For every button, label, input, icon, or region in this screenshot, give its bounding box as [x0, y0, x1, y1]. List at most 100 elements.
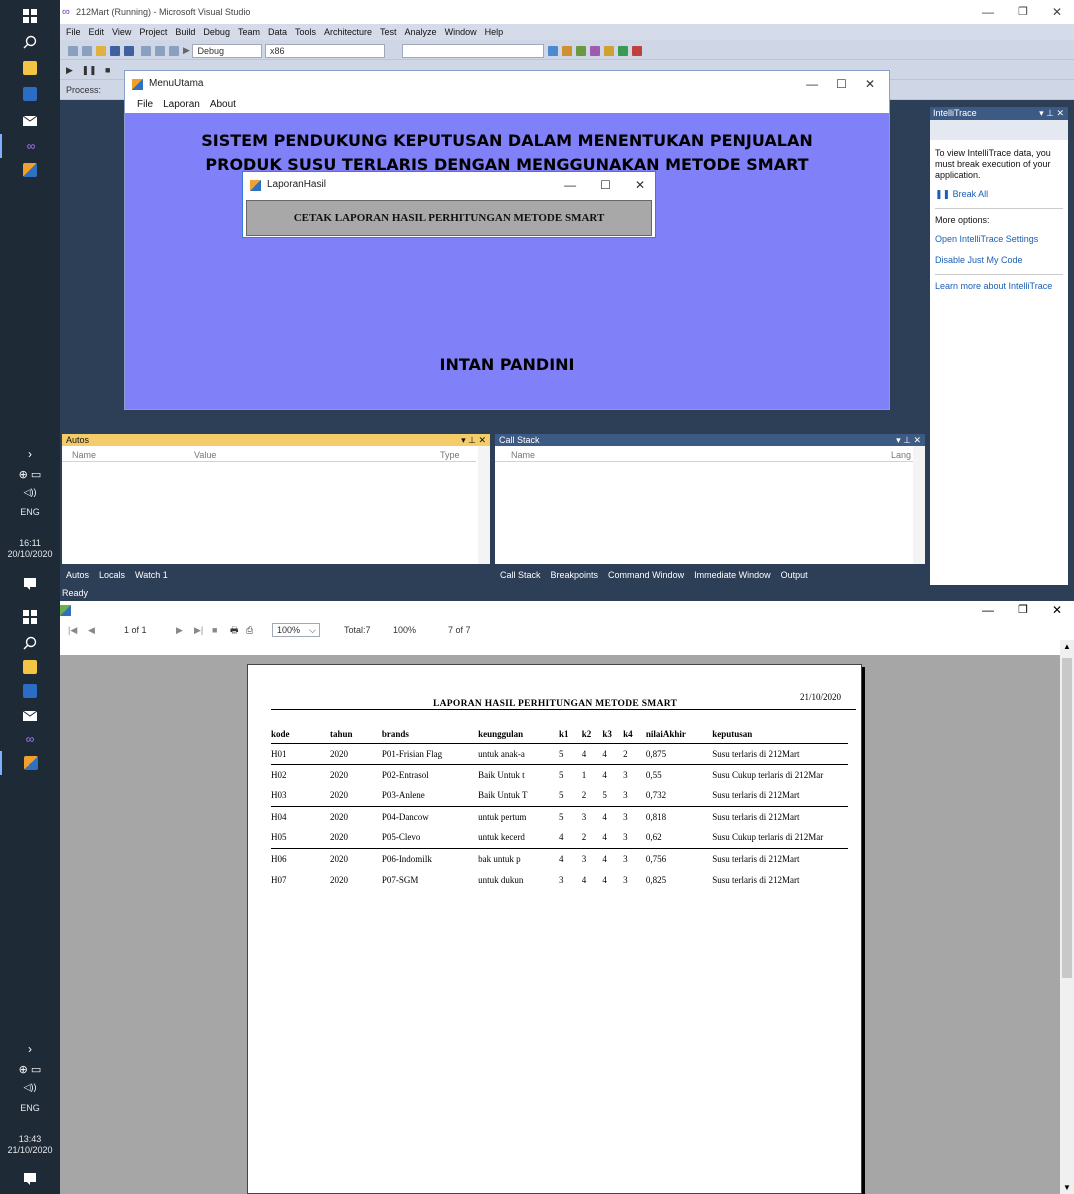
pause-icon[interactable]: ❚❚	[81, 65, 96, 75]
next-page-icon[interactable]: ▶	[176, 621, 183, 639]
clock-time[interactable]: 13:43	[0, 1134, 60, 1145]
tab-callstack[interactable]: Call Stack	[500, 570, 541, 580]
tab-watch1[interactable]: Watch 1	[135, 570, 168, 580]
chevron-down-icon: ⌵	[309, 625, 316, 635]
col-lang[interactable]: Lang	[891, 448, 911, 462]
close-icon[interactable]: ✕	[865, 71, 875, 97]
tab-team[interactable]: Tea...	[992, 570, 1014, 580]
menu-help[interactable]: Help	[485, 27, 504, 37]
app-icon[interactable]	[0, 158, 60, 182]
mail-icon[interactable]	[0, 108, 60, 132]
menu-view[interactable]: View	[112, 27, 131, 37]
menu-test[interactable]: Test	[380, 27, 397, 37]
word-icon[interactable]	[0, 82, 60, 106]
cetak-laporan-button[interactable]: CETAK LAPORAN HASIL PERHITUNGAN METODE S…	[246, 200, 652, 236]
visual-studio-icon[interactable]: ∞	[0, 727, 60, 751]
print-layout-icon[interactable]: ⎙	[246, 621, 253, 639]
scroll-up-icon[interactable]: ▲	[1063, 642, 1071, 651]
col-name[interactable]: Name	[72, 448, 96, 462]
language-indicator[interactable]: ENG	[0, 507, 60, 518]
file-explorer-icon[interactable]	[0, 56, 60, 80]
visual-studio-icon[interactable]: ∞	[0, 134, 60, 158]
last-page-icon[interactable]: ▶|	[194, 621, 203, 639]
menu-project[interactable]: Project	[139, 27, 167, 37]
tab-solution[interactable]: Sol...	[962, 570, 983, 580]
scroll-down-icon[interactable]: ▼	[1063, 1183, 1071, 1192]
close-icon[interactable]: ✕	[635, 172, 645, 198]
menu-edit[interactable]: Edit	[89, 27, 105, 37]
pin-icon[interactable]: ▾ ⊥ ✕	[1039, 107, 1064, 120]
break-all-link[interactable]: ❚❚ Break All	[935, 189, 1063, 200]
print-icon[interactable]: 🖶	[230, 621, 239, 639]
maximize-icon[interactable]: ☐	[836, 71, 847, 97]
close-icon[interactable]: ✕	[1052, 603, 1062, 617]
clock-time[interactable]: 16:11	[0, 538, 60, 549]
report-scrollbar[interactable]: ▲ ▼	[1060, 640, 1074, 1194]
tab-intellitrace[interactable]: Int...	[934, 570, 952, 580]
file-explorer-icon[interactable]	[0, 655, 60, 679]
tab-autos[interactable]: Autos	[66, 570, 89, 580]
mail-icon[interactable]	[0, 703, 60, 727]
menu-build[interactable]: Build	[175, 27, 195, 37]
stop-icon[interactable]: ■	[212, 621, 217, 639]
minimize-icon[interactable]: —	[982, 603, 994, 617]
tab-immediate[interactable]: Immediate Window	[694, 570, 771, 580]
menu-file[interactable]: File	[137, 99, 153, 110]
maximize-icon[interactable]: ☐	[600, 172, 611, 198]
platform-select[interactable]: x86	[264, 43, 385, 58]
open-settings-link[interactable]: Open IntelliTrace Settings	[935, 234, 1063, 245]
autos-scrollbar[interactable]	[478, 446, 490, 564]
menu-data[interactable]: Data	[268, 27, 287, 37]
close-icon[interactable]: ✕	[1052, 0, 1062, 24]
minimize-icon[interactable]: —	[806, 71, 818, 97]
clock-date[interactable]: 21/10/2020	[0, 1145, 60, 1156]
prev-page-icon[interactable]: ◀	[88, 621, 95, 639]
continue-icon[interactable]: ▶	[66, 65, 73, 75]
zoom-select[interactable]: 100% ⌵	[272, 623, 320, 637]
col-name[interactable]: Name	[511, 448, 535, 462]
menu-analyze[interactable]: Analyze	[405, 27, 437, 37]
pin-icon[interactable]: ▾ ⊥ ✕	[461, 434, 486, 446]
start-icon[interactable]: ▶	[183, 45, 190, 55]
language-indicator[interactable]: ENG	[0, 1103, 60, 1114]
restore-icon[interactable]: ❐	[1018, 0, 1028, 24]
tab-breakpoints[interactable]: Breakpoints	[551, 570, 599, 580]
app-icon[interactable]	[0, 751, 60, 775]
minimize-icon[interactable]: —	[564, 172, 576, 198]
search-icon[interactable]	[0, 30, 60, 54]
pin-icon[interactable]: ▾ ⊥ ✕	[896, 434, 921, 446]
menu-window[interactable]: Window	[445, 27, 477, 37]
clock-date[interactable]: 20/10/2020	[0, 549, 60, 560]
menu-tools[interactable]: Tools	[295, 27, 316, 37]
find-input[interactable]	[401, 43, 544, 58]
menu-team[interactable]: Team	[238, 27, 260, 37]
notification-icon[interactable]	[0, 572, 60, 596]
windows-icon[interactable]	[0, 4, 60, 28]
menu-file[interactable]: File	[66, 27, 81, 37]
volume-icon[interactable]: ◁))	[0, 480, 60, 504]
tab-command[interactable]: Command Window	[608, 570, 684, 580]
callstack-scrollbar[interactable]	[913, 446, 925, 564]
config-select[interactable]: Debug	[192, 43, 263, 58]
menu-about[interactable]: About	[210, 99, 236, 110]
menu-laporan[interactable]: Laporan	[163, 99, 200, 110]
tab-output[interactable]: Output	[781, 570, 808, 580]
menu-architecture[interactable]: Architecture	[324, 27, 372, 37]
menu-debug[interactable]: Debug	[203, 27, 230, 37]
learn-more-link[interactable]: Learn more about IntelliTrace	[935, 274, 1063, 292]
volume-icon[interactable]: ◁))	[0, 1075, 60, 1099]
col-type[interactable]: Type	[440, 448, 460, 462]
windows-icon[interactable]	[0, 605, 60, 629]
tab-locals[interactable]: Locals	[99, 570, 125, 580]
minimize-icon[interactable]: —	[982, 0, 994, 24]
restore-icon[interactable]: ❐	[1018, 603, 1028, 616]
notification-icon[interactable]	[0, 1167, 60, 1191]
disable-jmc-link[interactable]: Disable Just My Code	[935, 255, 1063, 266]
col-value[interactable]: Value	[194, 448, 216, 462]
first-page-icon[interactable]: |◀	[68, 621, 77, 639]
stop-icon[interactable]: ■	[105, 65, 110, 75]
page-indicator[interactable]: 1 of 1	[124, 621, 147, 639]
scroll-thumb[interactable]	[1062, 658, 1072, 978]
word-icon[interactable]	[0, 679, 60, 703]
search-icon[interactable]	[0, 631, 60, 655]
